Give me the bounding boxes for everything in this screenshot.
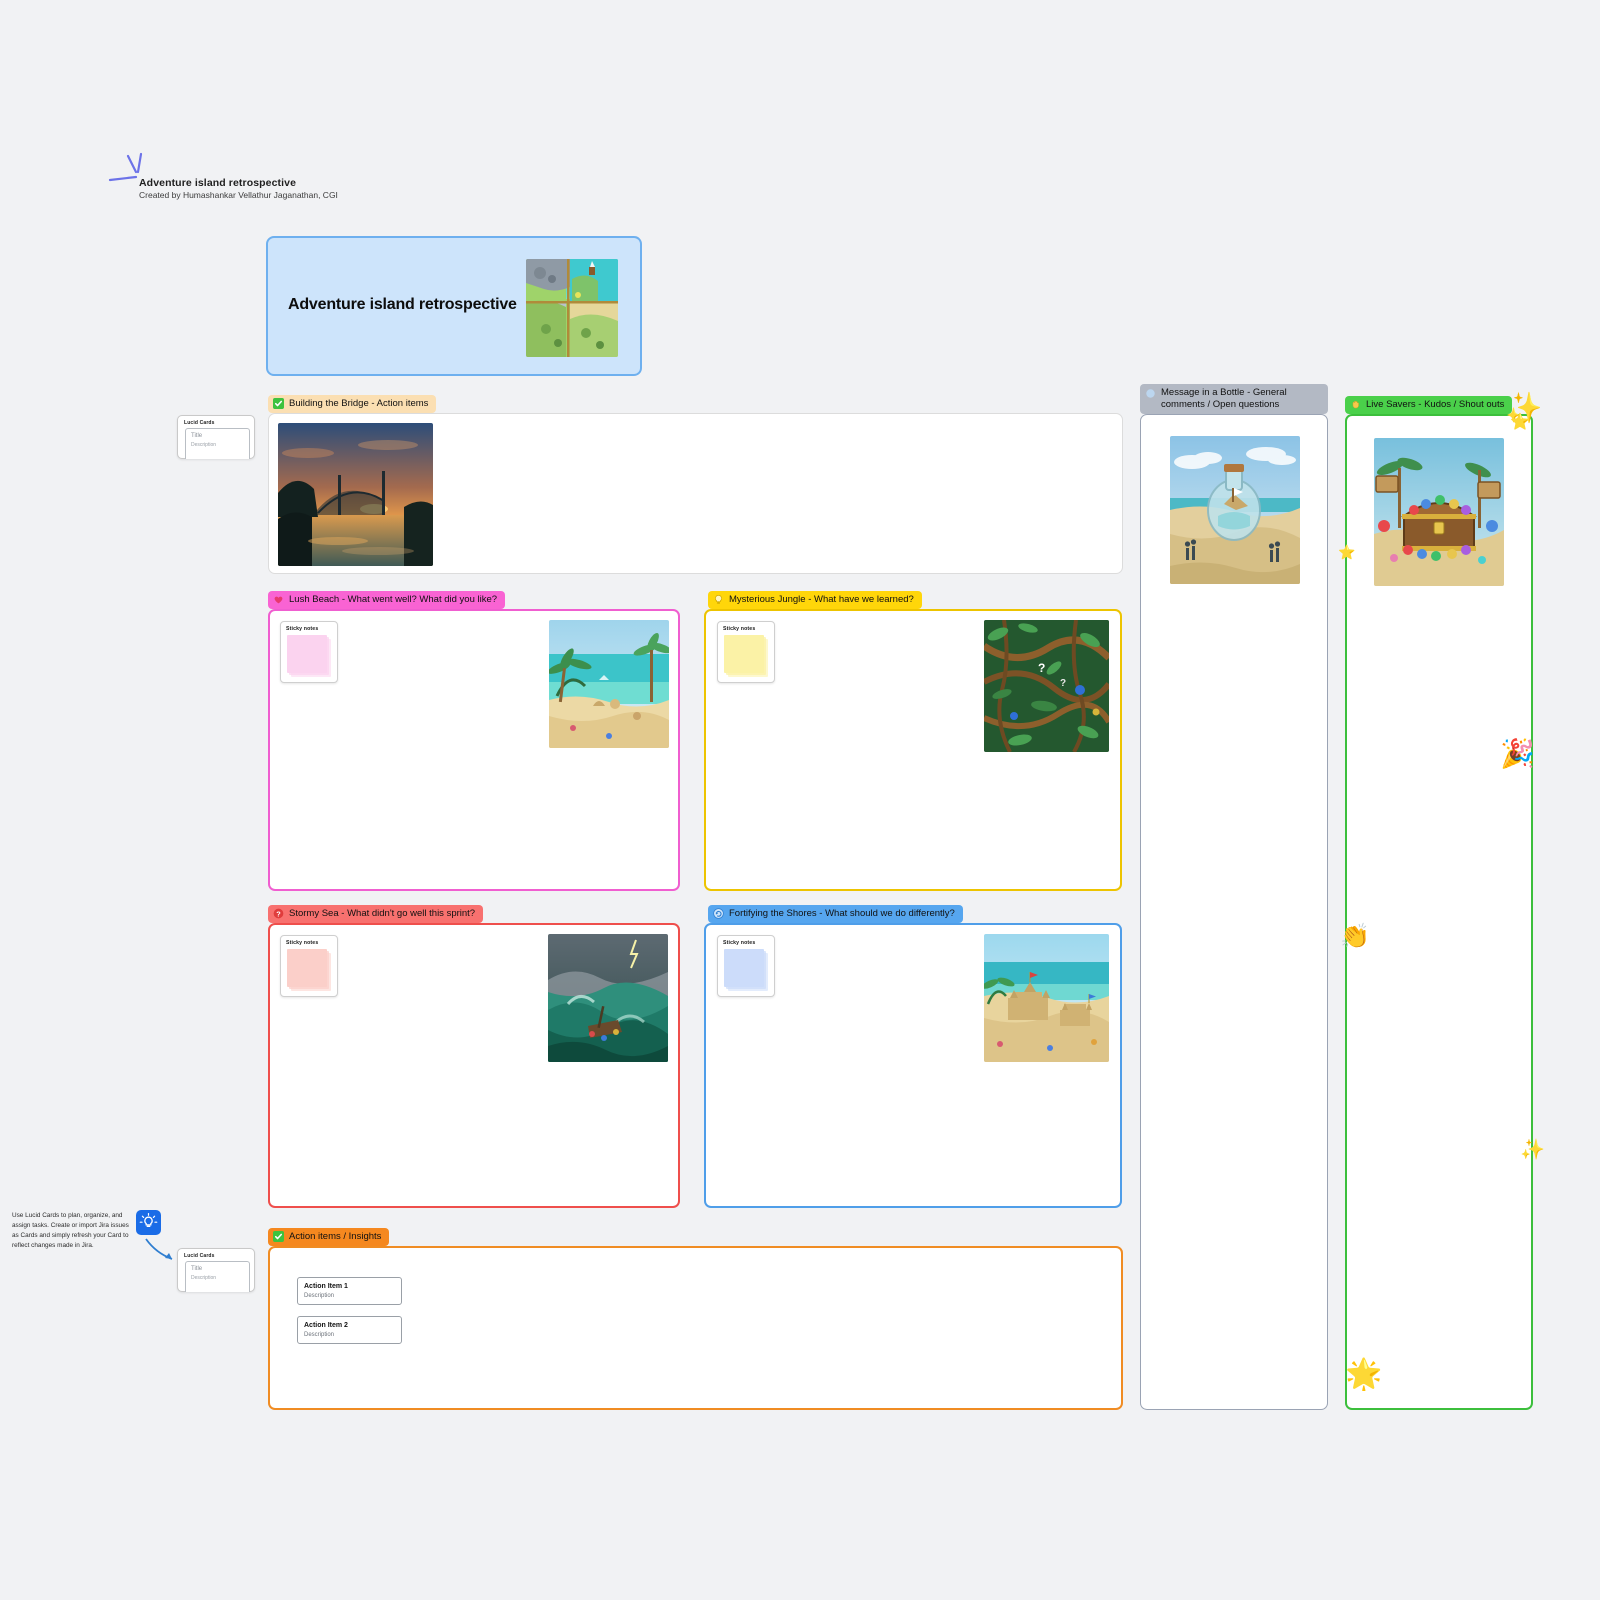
lucid-card-title-field: Title [191, 1266, 203, 1272]
panel-stormy-sea[interactable]: Sticky notes [268, 923, 680, 1208]
adventure-island-map-image [526, 259, 618, 357]
section-header-building-the-bridge[interactable]: Building the Bridge - Action items [268, 395, 437, 413]
lucid-card-description-field: Description [191, 442, 217, 448]
lucid-cards-widget-top[interactable]: Lucid Cards Title Description [177, 415, 255, 459]
section-label: Action items / Insights [289, 1231, 382, 1242]
svg-text:?: ? [276, 910, 281, 919]
page-subtitle: Created by Humashankar Vellathur Jaganat… [139, 190, 338, 200]
lucid-cards-tip-text: Use Lucid Cards to plan, organize, and a… [12, 1212, 129, 1249]
sticky-notes-label: Sticky notes [286, 940, 319, 946]
sticky-notes-label: Sticky notes [723, 626, 756, 632]
section-header-message-in-a-bottle[interactable]: Message in a Bottle - General comments /… [1140, 384, 1328, 414]
panel-building-the-bridge[interactable] [268, 413, 1123, 574]
panel-fortifying-the-shores[interactable]: Sticky notes [704, 923, 1122, 1208]
section-header-action-items-insights[interactable]: Action items / Insights [268, 1228, 390, 1246]
action-item-description: Description [304, 1293, 335, 1299]
yellow-hand-icon [1350, 399, 1361, 410]
action-item-title: Action Item 2 [304, 1322, 348, 1329]
red-question-icon: ? [273, 908, 284, 919]
lucid-card-preview[interactable]: Title Description [185, 428, 250, 459]
pink-heart-icon [273, 594, 284, 605]
section-header-lush-beach[interactable]: Lush Beach - What went well? What did yo… [268, 591, 506, 609]
jungle-vines-image: ? ? [984, 620, 1109, 752]
decoration-sparkles-right: ✨ [1520, 1139, 1545, 1161]
action-item-card-1[interactable]: Action Item 1 Description [297, 1277, 402, 1305]
sticky-notes-widget-fortifying-the-shores[interactable]: Sticky notes [717, 935, 775, 997]
decoration-star-left: ⭐ [1338, 544, 1356, 560]
section-header-stormy-sea[interactable]: ? Stormy Sea - What didn't go well this … [268, 905, 484, 923]
panel-mysterious-jungle[interactable]: ? ? Sticky notes [704, 609, 1122, 891]
section-label: Live Savers - Kudos / Shout outs [1366, 399, 1505, 410]
lucid-card-preview[interactable]: Title Description [185, 1261, 250, 1292]
section-label: Stormy Sea - What didn't go well this sp… [289, 908, 476, 919]
yellow-lightbulb-icon [713, 594, 724, 605]
tip-arrow-icon [145, 1238, 173, 1260]
panel-message-in-a-bottle[interactable] [1140, 414, 1328, 1410]
green-check-icon [273, 1231, 284, 1243]
svg-text:?: ? [1060, 678, 1066, 689]
board-title-card[interactable]: Adventure island retrospective [266, 236, 642, 376]
decoration-party-popper: 🎉 [1500, 738, 1535, 769]
sticky-note-stack[interactable] [724, 635, 768, 677]
sticky-notes-label: Sticky notes [723, 940, 756, 946]
lightbulb-icon[interactable] [136, 1210, 161, 1235]
section-header-fortifying-the-shores[interactable]: Fortifying the Shores - What should we d… [708, 905, 963, 923]
stormy-sea-image [548, 934, 668, 1062]
sticky-note-stack[interactable] [287, 635, 331, 677]
panel-live-savers[interactable] [1345, 414, 1533, 1410]
blue-recycle-icon [713, 908, 724, 920]
lucid-cards-widget-title: Lucid Cards [184, 420, 215, 426]
decoration-star-right: ⭐ [1510, 414, 1530, 431]
section-header-mysterious-jungle[interactable]: Mysterious Jungle - What have we learned… [708, 591, 922, 609]
sticky-notes-widget-mysterious-jungle[interactable]: Sticky notes [717, 621, 775, 683]
message-in-a-bottle-image [1170, 436, 1300, 584]
decoration-clapping-hands: 👏 [1340, 923, 1370, 950]
lucid-cards-widget-bottom[interactable]: Lucid Cards Title Description [177, 1248, 255, 1292]
green-check-icon [273, 398, 284, 410]
page-title: Adventure island retrospective [139, 177, 297, 189]
section-label: Message in a Bottle - General comments /… [1161, 387, 1287, 410]
section-label: Fortifying the Shores - What should we d… [729, 908, 955, 919]
panel-lush-beach[interactable]: Sticky notes [268, 609, 680, 891]
section-header-live-savers[interactable]: Live Savers - Kudos / Shout outs [1345, 396, 1513, 414]
sticky-note-stack[interactable] [724, 949, 768, 991]
svg-text:?: ? [1038, 661, 1045, 675]
board-title-text: Adventure island retrospective [288, 296, 517, 313]
panel-action-items-insights[interactable]: Action Item 1 Description Action Item 2 … [268, 1246, 1123, 1410]
tropical-beach-image [549, 620, 669, 748]
decoration-glowing-star: 🌟 [1345, 1358, 1383, 1391]
sticky-notes-label: Sticky notes [286, 626, 319, 632]
section-label: Building the Bridge - Action items [289, 398, 429, 409]
section-label: Lush Beach - What went well? What did yo… [289, 594, 498, 605]
lucid-card-description-field: Description [191, 1275, 217, 1281]
sticky-notes-widget-lush-beach[interactable]: Sticky notes [280, 621, 338, 683]
sandcastle-beach-image [984, 934, 1109, 1062]
treasure-chest-image [1374, 438, 1504, 586]
lucid-card-title-field: Title [191, 433, 203, 439]
action-item-card-2[interactable]: Action Item 2 Description [297, 1316, 402, 1344]
sticky-notes-widget-stormy-sea[interactable]: Sticky notes [280, 935, 338, 997]
sticky-note-stack[interactable] [287, 949, 331, 991]
section-label: Mysterious Jungle - What have we learned… [729, 594, 914, 605]
lucid-cards-widget-title: Lucid Cards [184, 1253, 215, 1259]
action-item-title: Action Item 1 [304, 1283, 348, 1290]
sunset-bridge-image [278, 423, 433, 566]
blue-circle-icon [1145, 388, 1156, 399]
action-item-description: Description [304, 1332, 335, 1338]
